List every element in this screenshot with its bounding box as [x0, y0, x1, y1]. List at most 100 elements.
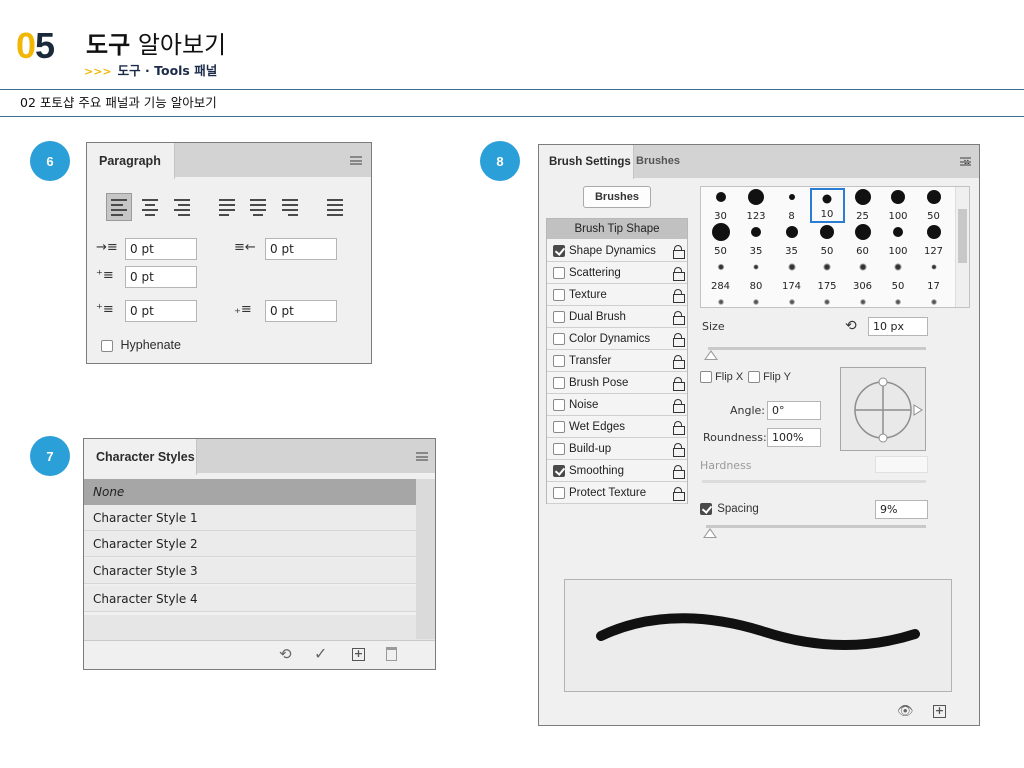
new-brush-preset-icon[interactable]: + [933, 705, 946, 718]
brush-preset[interactable]: 127 [916, 223, 951, 258]
brush-preset[interactable] [810, 293, 845, 307]
lock-icon[interactable] [673, 311, 685, 325]
align-right-button[interactable] [170, 193, 196, 221]
brush-preset[interactable]: 60 [845, 223, 880, 258]
brush-option-checkbox[interactable] [553, 420, 565, 433]
spacing-checkbox[interactable] [700, 503, 712, 515]
spacing-option[interactable]: Spacing [700, 503, 759, 515]
brush-preset[interactable]: 175 [810, 258, 845, 293]
brush-preset[interactable]: 50 [810, 223, 845, 258]
roundness-input[interactable]: 100% [767, 428, 821, 447]
spacing-slider-track[interactable] [706, 525, 926, 528]
angle-roundness-widget[interactable] [840, 367, 926, 451]
brush-preset[interactable]: 100 [881, 223, 916, 258]
brush-option-protect-texture[interactable]: Protect Texture [547, 482, 687, 504]
hyphenate-checkbox[interactable] [101, 339, 113, 352]
brush-preset[interactable] [774, 293, 809, 307]
brush-preset[interactable]: 50 [881, 258, 916, 293]
size-slider-track[interactable] [708, 347, 926, 350]
style-row[interactable]: Character Style 1 [84, 505, 416, 531]
flip-x-option[interactable]: Flip X [700, 371, 743, 384]
space-after-input[interactable]: 0 pt [265, 300, 337, 322]
brush-option-smoothing[interactable]: Smoothing [547, 460, 687, 482]
hardness-input[interactable] [875, 456, 928, 473]
lock-icon[interactable] [673, 443, 685, 457]
brush-option-noise[interactable]: Noise [547, 394, 687, 416]
indent-right-input[interactable]: 0 pt [265, 238, 337, 260]
style-row[interactable]: Character Style 3 [84, 558, 416, 584]
brush-preset[interactable] [845, 293, 880, 307]
brush-option-build-up[interactable]: Build-up [547, 438, 687, 460]
brush-option-checkbox[interactable] [553, 332, 565, 345]
brush-preset[interactable] [739, 293, 774, 307]
brush-preset[interactable]: 10 [809, 188, 845, 223]
brush-preset[interactable]: 284 [703, 258, 738, 293]
brush-option-checkbox[interactable] [553, 310, 565, 323]
lock-icon[interactable] [673, 421, 685, 435]
brush-option-checkbox[interactable] [553, 354, 565, 367]
lock-icon[interactable] [673, 245, 685, 259]
brush-option-shape-dynamics[interactable]: Shape Dynamics [547, 240, 687, 262]
lock-icon[interactable] [673, 333, 685, 347]
align-left-button[interactable] [106, 193, 132, 221]
flip-x-checkbox[interactable] [700, 371, 712, 384]
brush-preset[interactable] [916, 293, 951, 307]
brush-option-brush-pose[interactable]: Brush Pose [547, 372, 687, 394]
space-before-input[interactable]: 0 pt [125, 300, 197, 322]
flip-y-checkbox[interactable] [748, 371, 760, 384]
brush-preset[interactable]: 25 [845, 188, 880, 223]
spacing-slider-thumb[interactable] [703, 528, 717, 538]
brush-preset[interactable]: 50 [916, 188, 951, 223]
reset-size-icon[interactable]: ⟲ [845, 318, 857, 334]
lock-icon[interactable] [673, 267, 685, 281]
lock-icon[interactable] [673, 355, 685, 369]
style-row[interactable]: Character Style 4 [84, 586, 416, 612]
justify-last-center-button[interactable] [246, 193, 272, 221]
lock-icon[interactable] [673, 399, 685, 413]
new-style-icon[interactable]: + [352, 648, 365, 661]
tab-character-styles[interactable]: Character Styles [84, 439, 197, 475]
redefine-check-icon[interactable]: ✓ [314, 644, 327, 663]
brush-option-texture[interactable]: Texture [547, 284, 687, 306]
brush-preset[interactable]: 17 [916, 258, 951, 293]
brush-option-checkbox[interactable] [553, 442, 565, 455]
brush-option-transfer[interactable]: Transfer [547, 350, 687, 372]
brush-preset[interactable]: 35 [739, 223, 774, 258]
brushes-button[interactable]: Brushes [583, 186, 651, 208]
brush-grid-scroll-thumb[interactable] [958, 209, 967, 263]
flip-y-option[interactable]: Flip Y [748, 371, 791, 384]
style-row-none[interactable]: None [84, 479, 416, 505]
lock-icon[interactable] [673, 377, 685, 391]
brush-preset[interactable]: 123 [739, 188, 774, 223]
hyphenate-option[interactable]: Hyphenate [101, 338, 181, 352]
brush-preset[interactable]: 30 [703, 188, 738, 223]
brush-preset[interactable]: 306 [845, 258, 880, 293]
brush-preset[interactable]: 100 [881, 188, 916, 223]
panel-menu-icon[interactable] [960, 157, 971, 166]
angle-input[interactable]: 0° [767, 401, 821, 420]
hardness-slider-track[interactable] [702, 480, 926, 483]
indent-left-input[interactable]: 0 pt [125, 238, 197, 260]
brush-option-checkbox[interactable] [553, 376, 565, 389]
size-input[interactable]: 10 px [868, 317, 928, 336]
brush-option-checkbox[interactable] [553, 266, 565, 279]
styles-scrollbar[interactable] [416, 479, 435, 639]
spacing-input[interactable]: 9% [875, 500, 928, 519]
justify-last-left-button[interactable] [215, 193, 241, 221]
lock-icon[interactable] [673, 289, 685, 303]
style-row[interactable]: Character Style 2 [84, 531, 416, 557]
brush-option-checkbox[interactable] [553, 398, 565, 411]
justify-last-right-button[interactable] [278, 193, 304, 221]
brush-grid-scrollbar[interactable] [955, 187, 969, 307]
indent-first-line-input[interactable]: 0 pt [125, 266, 197, 288]
panel-menu-icon[interactable] [416, 452, 428, 461]
delete-style-icon[interactable] [386, 647, 397, 661]
tab-paragraph[interactable]: Paragraph [87, 143, 175, 179]
align-center-button[interactable] [138, 193, 164, 221]
toggle-live-tip-icon[interactable]: 👁 [897, 704, 914, 719]
lock-icon[interactable] [673, 487, 685, 501]
brush-option-checkbox[interactable] [553, 244, 565, 257]
brush-option-checkbox[interactable] [553, 288, 565, 301]
brush-option-wet-edges[interactable]: Wet Edges [547, 416, 687, 438]
justify-all-button[interactable] [323, 193, 349, 221]
